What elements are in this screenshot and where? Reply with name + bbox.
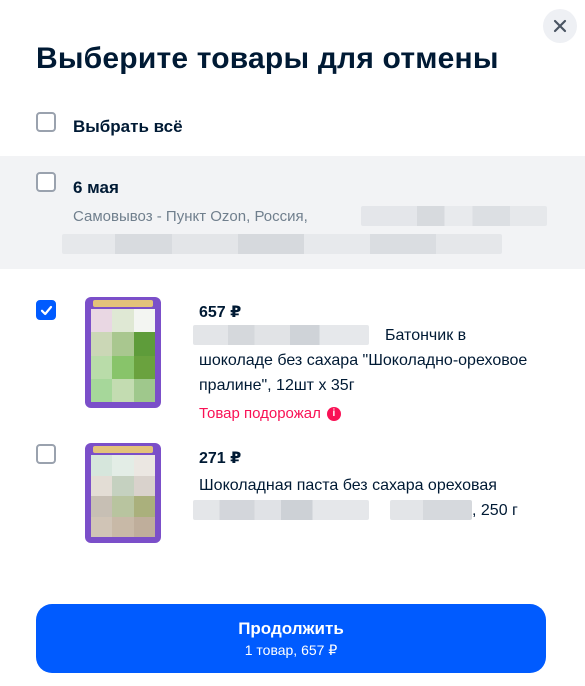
redacted-title <box>193 325 369 345</box>
item-title: Шоколадная паста без сахара ореховая <box>199 477 497 494</box>
redacted-address <box>361 206 547 226</box>
product-image[interactable] <box>85 297 161 408</box>
item-checkbox[interactable] <box>36 300 56 320</box>
info-icon[interactable]: i <box>326 406 341 421</box>
close-icon <box>553 19 567 33</box>
modal-title: Выберите товары для отмены <box>36 42 499 75</box>
item-price: 657 ₽ <box>199 304 242 321</box>
price-increase-text: Товар подорожал <box>199 405 321 422</box>
shipment-checkbox[interactable] <box>36 172 56 192</box>
price-increase-notice: Товар подорожал i <box>199 405 341 422</box>
select-all-checkbox[interactable] <box>36 112 56 132</box>
product-image[interactable] <box>85 443 161 543</box>
shipment-group: 6 мая Самовывоз - Пункт Ozon, Россия, <box>0 156 585 269</box>
item-price: 271 ₽ <box>199 450 242 467</box>
checkmark-icon <box>40 305 52 315</box>
redacted-address <box>62 234 502 254</box>
redacted-title <box>193 500 369 520</box>
shipment-address: Самовывоз - Пункт Ozon, Россия, <box>73 208 308 225</box>
item-title: шоколаде без сахара "Шоколадно-ореховое … <box>199 352 528 394</box>
continue-summary: 1 товар, 657 ₽ <box>244 641 338 658</box>
shipment-date: 6 мая <box>73 178 119 197</box>
continue-label: Продолжить <box>238 618 344 638</box>
close-button[interactable] <box>543 9 577 43</box>
redacted-title <box>390 500 472 520</box>
item-checkbox[interactable] <box>36 444 56 464</box>
item-title: Батончик в <box>385 327 467 344</box>
item-title-tail: , 250 г <box>472 502 518 519</box>
continue-button[interactable]: Продолжить 1 товар, 657 ₽ <box>36 604 546 673</box>
select-all-label: Выбрать всё <box>73 117 183 136</box>
